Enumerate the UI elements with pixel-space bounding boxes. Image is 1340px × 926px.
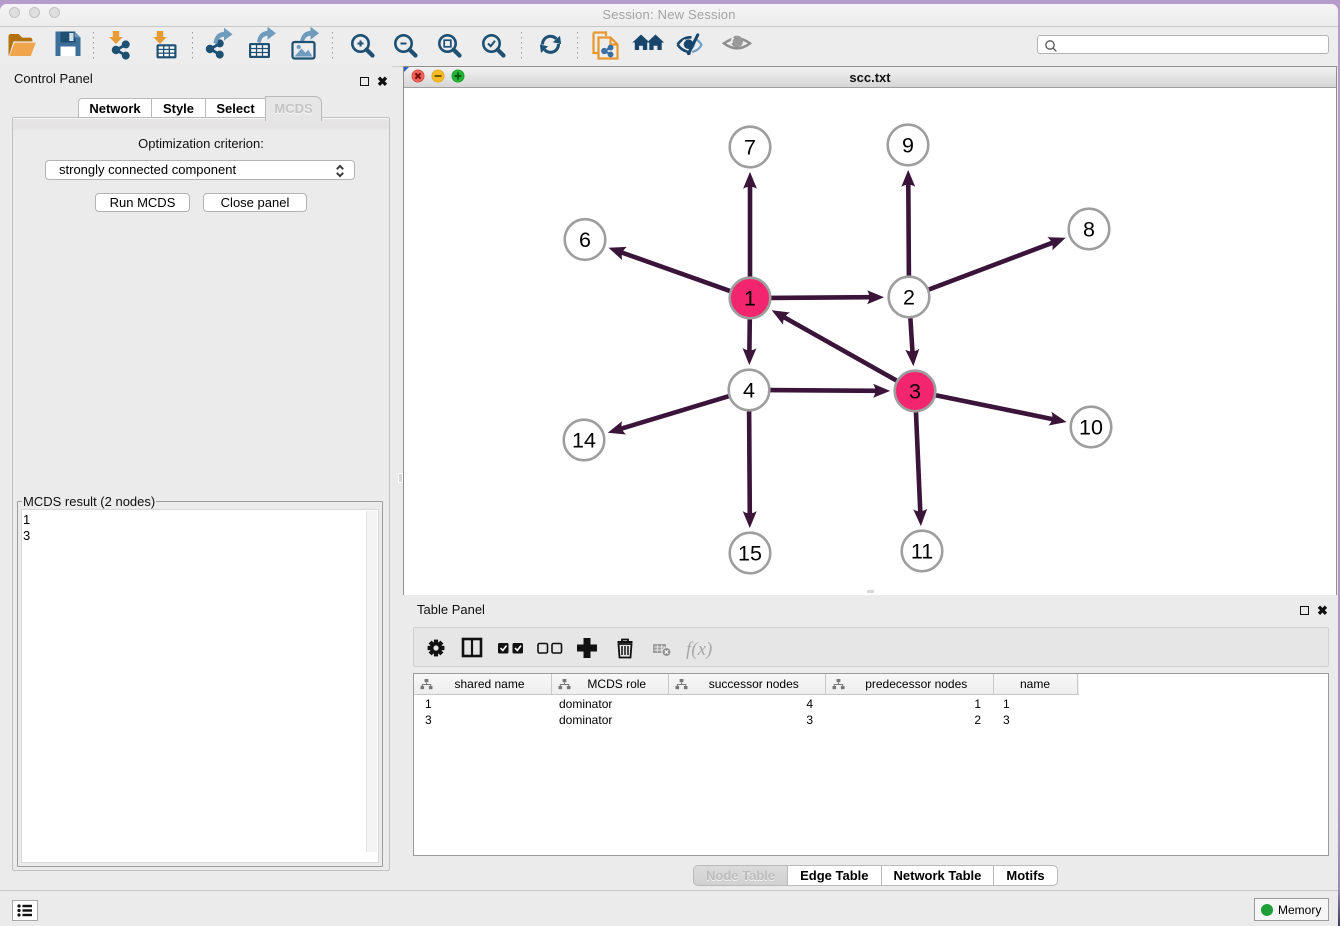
svg-text:15: 15 [738, 542, 762, 566]
svg-text:1: 1 [744, 287, 756, 311]
svg-text:11: 11 [911, 540, 933, 564]
svg-text:10: 10 [1079, 416, 1103, 440]
svg-text:f(x): f(x) [686, 639, 712, 660]
svg-text:6: 6 [579, 228, 591, 252]
svg-text:7: 7 [744, 136, 756, 160]
svg-text:4: 4 [743, 379, 755, 403]
svg-text:8: 8 [1083, 218, 1095, 242]
svg-text:2: 2 [903, 286, 915, 310]
svg-text:9: 9 [902, 134, 914, 158]
svg-text:3: 3 [909, 380, 921, 404]
svg-text:14: 14 [572, 429, 596, 453]
